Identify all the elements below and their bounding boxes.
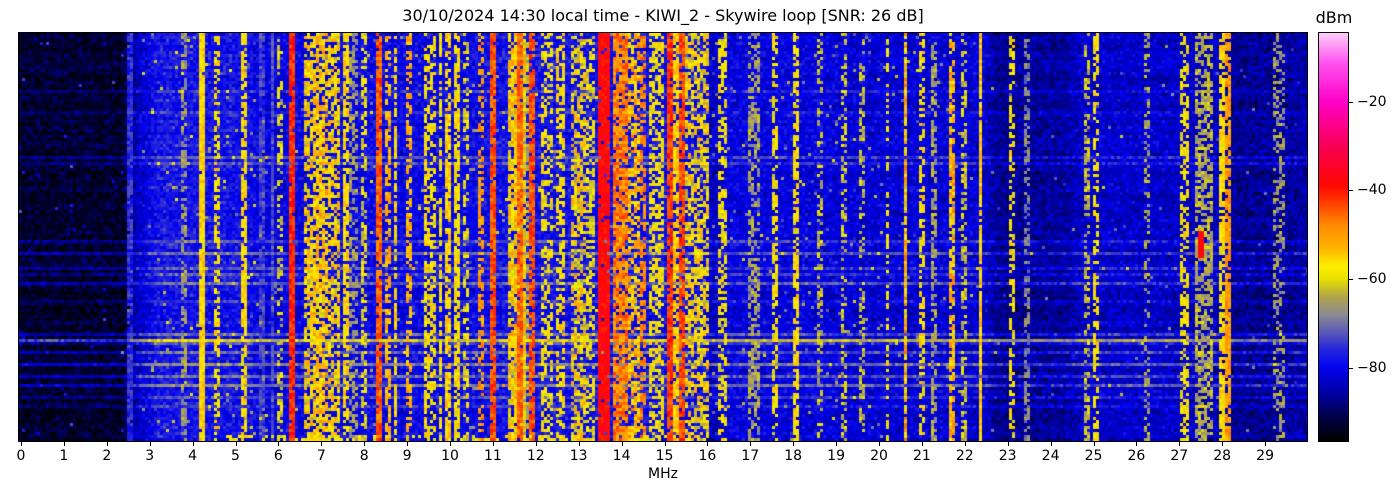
x-tick-label: 27 — [1170, 448, 1189, 464]
colorbar-tick-label: −60 — [1357, 271, 1387, 288]
colorbar-tick-mark — [1349, 279, 1353, 281]
colorbar-tick-label: −20 — [1357, 93, 1387, 110]
x-tick-mark — [106, 442, 108, 446]
x-tick-mark — [707, 442, 709, 446]
spectrogram-canvas — [19, 33, 1307, 441]
x-tick-mark — [664, 442, 666, 446]
x-tick-label: 21 — [912, 448, 931, 464]
x-tick-label: 11 — [483, 448, 502, 464]
x-tick-label: 2 — [102, 448, 112, 464]
x-tick-mark — [235, 442, 237, 446]
x-tick-label: 20 — [870, 448, 888, 464]
x-tick-mark — [793, 442, 795, 446]
x-tick-mark — [278, 442, 280, 446]
spectrogram-figure: 30/10/2024 14:30 local time - KIWI_2 - S… — [0, 0, 1400, 500]
x-tick-label: 5 — [231, 448, 240, 464]
x-tick-label: 26 — [1127, 448, 1146, 464]
x-tick-label: 16 — [698, 448, 717, 464]
x-tick-mark — [149, 442, 151, 446]
x-tick-label: 15 — [655, 448, 674, 464]
x-tick-mark — [321, 442, 323, 446]
x-tick-mark — [1093, 442, 1095, 446]
x-tick-label: 28 — [1213, 448, 1232, 464]
x-tick-mark — [964, 442, 966, 446]
x-tick-label: 19 — [827, 448, 846, 464]
x-tick-mark — [192, 442, 194, 446]
x-tick-mark — [407, 442, 409, 446]
x-tick-label: 10 — [441, 448, 459, 464]
x-tick-mark — [63, 442, 65, 446]
x-tick-mark — [492, 442, 494, 446]
plot-title: 30/10/2024 14:30 local time - KIWI_2 - S… — [402, 6, 924, 25]
x-tick-label: 4 — [188, 448, 198, 464]
x-tick-label: 12 — [526, 448, 545, 464]
x-tick-mark — [450, 442, 451, 446]
x-tick-label: 29 — [1256, 448, 1275, 464]
colorbar-tick-label: −80 — [1357, 359, 1387, 376]
x-tick-mark — [921, 442, 923, 446]
x-tick-label: 22 — [955, 448, 974, 464]
colorbar-tick-mark — [1349, 190, 1353, 192]
colorbar-tick-mark — [1349, 367, 1353, 369]
x-tick-label: 14 — [612, 448, 631, 464]
colorbar — [1318, 32, 1349, 442]
x-tick-label: 24 — [1041, 448, 1060, 464]
x-tick-mark — [21, 442, 22, 446]
x-tick-label: 13 — [569, 448, 588, 464]
x-tick-mark — [836, 442, 838, 446]
x-axis-label: MHz — [648, 466, 678, 482]
x-tick-label: 7 — [316, 448, 326, 464]
x-tick-mark — [1136, 442, 1138, 446]
x-tick-mark — [1179, 442, 1181, 446]
x-tick-label: 23 — [998, 448, 1017, 464]
colorbar-gradient-canvas — [1319, 33, 1348, 441]
x-tick-mark — [1222, 442, 1224, 446]
colorbar-tick-mark — [1349, 101, 1353, 103]
x-tick-mark — [879, 442, 880, 446]
x-tick-label: 1 — [59, 448, 69, 464]
x-tick-mark — [750, 442, 752, 446]
x-tick-label: 9 — [402, 448, 412, 464]
spectrogram-plot-area — [18, 32, 1308, 442]
x-tick-label: 17 — [741, 448, 760, 464]
x-tick-mark — [578, 442, 580, 446]
colorbar-tick-label: −40 — [1357, 182, 1387, 199]
x-tick-label: 3 — [145, 448, 155, 464]
x-tick-mark — [621, 442, 623, 446]
x-tick-label: 0 — [16, 448, 26, 464]
x-tick-mark — [535, 442, 537, 446]
x-tick-mark — [1265, 442, 1267, 446]
x-tick-label: 8 — [359, 448, 369, 464]
colorbar-unit-label: dBm — [1315, 8, 1353, 27]
x-tick-label: 25 — [1084, 448, 1103, 464]
x-tick-mark — [364, 442, 366, 446]
x-tick-label: 18 — [784, 448, 803, 464]
x-tick-mark — [1050, 442, 1052, 446]
x-tick-mark — [1007, 442, 1009, 446]
x-tick-label: 6 — [273, 448, 283, 464]
